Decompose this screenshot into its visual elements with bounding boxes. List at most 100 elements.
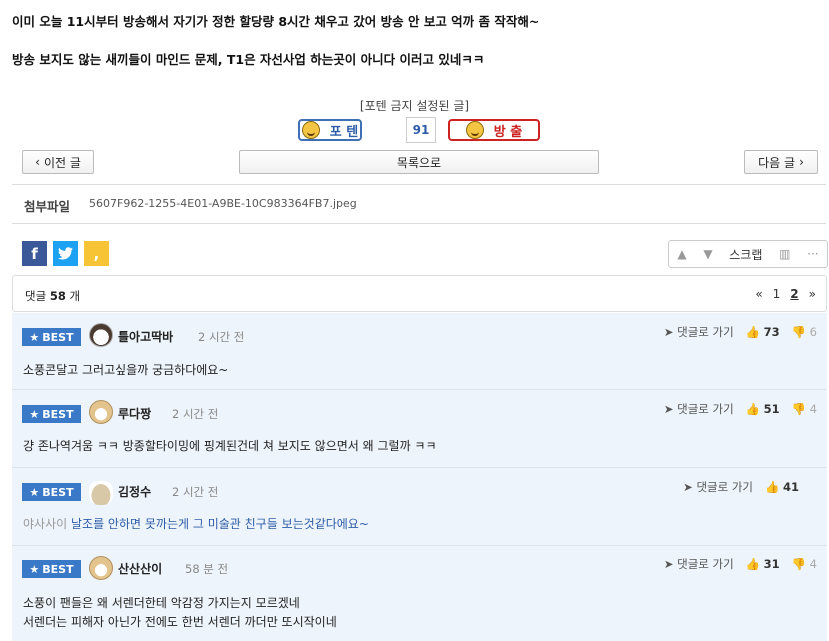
arrow-down-icon[interactable]: ▼ <box>703 247 712 261</box>
comment-count: 댓글 58 개 <box>25 288 80 304</box>
thumbs-up-icon: 👍 <box>745 402 761 416</box>
avatar <box>89 400 113 424</box>
avatar <box>89 556 113 580</box>
pager-page-2[interactable]: 2 <box>790 287 798 301</box>
list-button[interactable]: 목록으로 <box>239 150 599 174</box>
comment-text-line-2: 서렌더는 피해자 아닌가 전에도 한번 서렌더 까더만 또시작이네 <box>23 615 337 629</box>
attachment-file-link[interactable]: 5607F962-1255-4E01-A9BE-10C983364FB7.jpe… <box>89 197 357 210</box>
scrap-button[interactable]: 스크랩 <box>729 246 762 263</box>
potten-label: 포 텐 <box>329 124 359 140</box>
send-icon: ➤ <box>663 557 674 571</box>
vote-caption: [포텐 금지 설정된 글] <box>359 99 470 113</box>
twitter-share-icon[interactable] <box>53 241 78 266</box>
comment-item: ★ BEST 김정수 2 시간 전 ➤ 댓글로 가기 👍 41 야사사이 날조를 … <box>12 468 827 546</box>
comment-count-number: 58 <box>49 289 66 303</box>
angry-face-icon <box>465 121 484 139</box>
send-icon: ➤ <box>683 480 693 494</box>
vote-area: [포텐 금지 설정된 글] <box>0 97 829 114</box>
comment-nick[interactable]: 루다짱 <box>118 405 151 422</box>
thumbs-up-icon: 👍 <box>745 557 761 571</box>
upvote-button[interactable]: 👍 51 <box>746 402 780 416</box>
best-label: BEST <box>42 407 74 421</box>
comment-count-suffix: 개 <box>69 289 81 303</box>
comment-time: 58 분 전 <box>185 562 229 576</box>
comment-actions: ➤ 댓글로 가기 👍 31 👎 4 <box>664 556 817 572</box>
reply-text: 날조를 안하면 못까는게 그 미술관 친구들 보는것같다에요~ <box>71 517 369 531</box>
pager-prev-icon[interactable]: « <box>755 287 762 301</box>
downvote-button[interactable]: 👎 6 <box>792 325 817 339</box>
upvote-button[interactable]: 👍 73 <box>746 325 780 339</box>
chevron-right-icon: › <box>799 155 804 169</box>
next-post-button[interactable]: 다음 글 › <box>744 150 818 174</box>
divider <box>12 223 826 224</box>
downvote-button[interactable]: 👎 4 <box>792 557 817 571</box>
more-icon[interactable]: ··· <box>807 247 818 261</box>
comment-text: 야사사이 날조를 안하면 못까는게 그 미술관 친구들 보는것같다에요~ <box>23 514 369 534</box>
comment-text: 소풍콘달고 그러고싶을까 궁금하다에요~ <box>23 363 229 377</box>
thumbs-down-icon: 👎 <box>791 325 807 339</box>
avatar <box>89 481 113 505</box>
thumbs-up-icon: 👍 <box>745 325 761 339</box>
star-icon: ★ <box>29 562 40 576</box>
comment-time: 2 시간 전 <box>172 407 219 421</box>
star-icon: ★ <box>29 485 40 499</box>
thumbs-down-icon: 👎 <box>791 402 807 416</box>
next-post-label: 다음 글 <box>758 155 796 170</box>
reply-link[interactable]: ➤ 댓글로 가기 <box>664 324 734 340</box>
comment-nick[interactable]: 틀아고딱바 <box>118 328 173 345</box>
comment-time: 2 시간 전 <box>198 330 245 344</box>
best-label: BEST <box>42 485 74 499</box>
comment-item: ★ BEST 루다짱 2 시간 전 ➤ 댓글로 가기 👍 51 👎 4 걍 존나역… <box>12 390 827 468</box>
thumbs-down-icon: 👎 <box>791 557 807 571</box>
vote-count: 91 <box>406 117 436 143</box>
story-share-icon[interactable]: , <box>84 241 109 266</box>
avatar <box>89 323 113 347</box>
chevron-left-icon: ‹ <box>35 155 40 169</box>
star-icon: ★ <box>29 330 40 344</box>
comment-item: ★ BEST 산산산이 58 분 전 ➤ 댓글로 가기 👍 31 👎 4 소풍이 … <box>12 546 827 641</box>
facebook-share-icon[interactable]: f <box>22 241 47 266</box>
comment-pager: « 1 2 » <box>755 287 816 301</box>
send-icon: ➤ <box>663 325 674 339</box>
best-badge: ★ BEST <box>22 483 81 501</box>
potten-button[interactable]: 포 텐 <box>298 119 362 141</box>
comment-nick[interactable]: 김정수 <box>118 483 151 500</box>
comment-text: 걍 존나역겨움 ㅋㅋ 방종할타이밍에 핑계된건데 쳐 보지도 않으면서 왜 그럴… <box>23 439 437 453</box>
send-icon: ➤ <box>663 402 674 416</box>
list-label: 목록으로 <box>396 155 442 170</box>
comment-count-prefix: 댓글 <box>25 289 47 303</box>
comment-actions: ➤ 댓글로 가기 👍 73 👎 6 <box>664 324 817 340</box>
reply-link[interactable]: ➤ 댓글로 가기 <box>683 479 753 495</box>
reply-link[interactable]: ➤ 댓글로 가기 <box>664 401 734 417</box>
post-tools: ▲ ▼ 스크랩 ▥ ··· <box>668 240 828 268</box>
best-badge: ★ BEST <box>22 405 81 423</box>
arrow-up-icon[interactable]: ▲ <box>677 247 686 261</box>
comment-actions: ➤ 댓글로 가기 👍 51 👎 4 <box>664 401 817 417</box>
comment-nick[interactable]: 산산산이 <box>118 560 162 577</box>
upvote-button[interactable]: 👍 31 <box>746 557 780 571</box>
bangchul-button[interactable]: 방 출 <box>448 119 540 141</box>
upvote-button[interactable]: 👍 41 <box>765 480 799 494</box>
comment-time: 2 시간 전 <box>172 485 219 499</box>
reply-link[interactable]: ➤ 댓글로 가기 <box>664 556 734 572</box>
thumbs-up-icon: 👍 <box>765 480 780 494</box>
prev-post-button[interactable]: ‹ 이전 글 <box>22 150 94 174</box>
downvote-button[interactable]: 👎 4 <box>792 402 817 416</box>
pager-next-icon[interactable]: » <box>809 287 816 301</box>
prev-post-label: 이전 글 <box>43 155 81 170</box>
bangchul-label: 방 출 <box>493 124 523 140</box>
comment-item: ★ BEST 틀아고딱바 2 시간 전 ➤ 댓글로 가기 👍 73 👎 6 소풍콘… <box>12 313 827 390</box>
post-line-1: 이미 오늘 11시부터 방송해서 자기가 정한 할당량 8시간 채우고 갔어 방… <box>12 14 540 29</box>
smile-face-icon <box>301 121 320 139</box>
post-line-2: 방송 보지도 않는 새끼들이 마인드 문제, T1은 자선사업 하는곳이 아니다… <box>12 52 485 67</box>
stats-icon[interactable]: ▥ <box>779 247 790 261</box>
pager-page-1[interactable]: 1 <box>773 287 781 301</box>
star-icon: ★ <box>29 407 40 421</box>
divider <box>12 184 826 185</box>
best-label: BEST <box>42 562 74 576</box>
best-badge: ★ BEST <box>22 560 81 578</box>
comment-bar: 댓글 58 개 « 1 2 » <box>12 275 827 312</box>
best-badge: ★ BEST <box>22 328 81 346</box>
attachment-label: 첨부파일 <box>24 199 71 214</box>
comment-actions: ➤ 댓글로 가기 👍 41 <box>683 479 799 495</box>
